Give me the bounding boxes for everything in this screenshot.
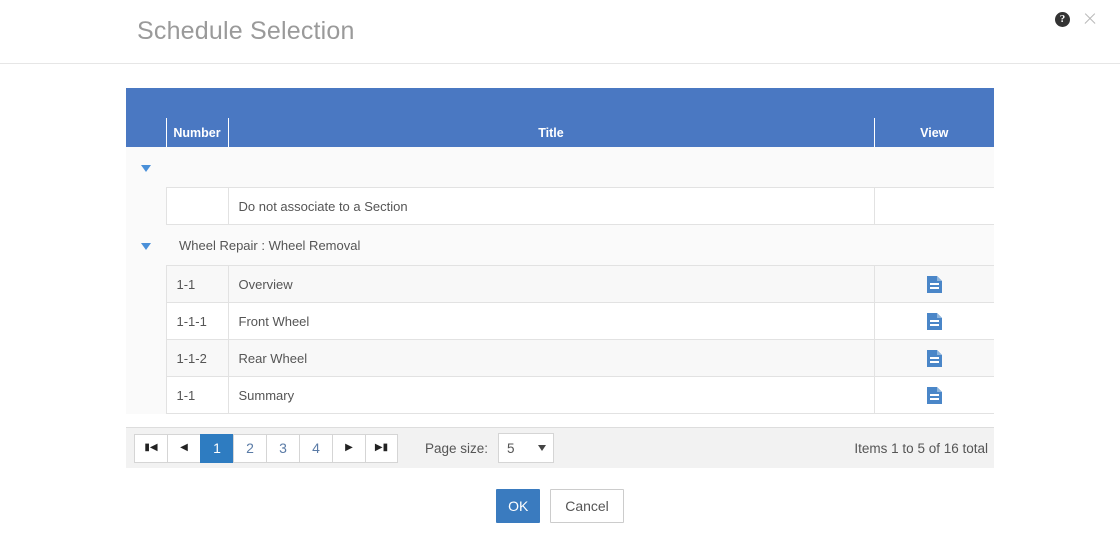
dialog-footer: OK Cancel (0, 489, 1120, 523)
dialog-header: Schedule Selection ? (0, 0, 1120, 64)
document-icon[interactable] (926, 349, 942, 367)
table-row[interactable]: 1-1-1 Front Wheel (126, 302, 994, 340)
cell-view (873, 265, 994, 303)
table-row[interactable]: 1-1 Summary (126, 376, 994, 414)
cell-number: 1-1-1 (165, 302, 228, 340)
cell-title: Front Wheel (227, 302, 874, 340)
table-header-row: Number Title View (126, 118, 994, 147)
schedule-grid: Number Title View Do not associate to a … (126, 88, 994, 468)
document-icon[interactable] (926, 275, 942, 293)
page-size-select[interactable]: 5 (498, 433, 555, 463)
pagination-buttons: ▮◀ ◀ 1 2 3 4 ▶ ▶▮ (134, 433, 398, 463)
table-head: Number Title View (126, 88, 994, 147)
pagination-info: Items 1 to 5 of 16 total (854, 440, 988, 456)
page-button-1[interactable]: 1 (200, 433, 233, 463)
table-header-band (126, 88, 994, 118)
row-expander-cell (126, 376, 166, 414)
cell-number: 1-1 (165, 376, 228, 414)
column-header-number[interactable]: Number (165, 118, 228, 147)
cell-view (873, 339, 994, 377)
document-icon[interactable] (926, 386, 942, 404)
table-row[interactable]: 1-1 Overview (126, 265, 994, 303)
tree-group-label: Wheel Repair : Wheel Removal (166, 224, 994, 266)
tree-group-row[interactable]: Wheel Repair : Wheel Removal (126, 224, 994, 266)
tree-group-label (166, 147, 994, 188)
cell-title: Overview (227, 265, 874, 303)
cell-view (873, 302, 994, 340)
cell-title: Do not associate to a Section (227, 187, 874, 225)
document-icon[interactable] (926, 312, 942, 330)
page-button-2[interactable]: 2 (233, 433, 266, 463)
tree-expander-cell[interactable] (126, 224, 166, 266)
table-row[interactable]: Do not associate to a Section (126, 187, 994, 225)
cell-number: 1-1 (165, 265, 228, 303)
row-expander-cell (126, 187, 166, 225)
page-size-label: Page size: (425, 440, 489, 456)
cell-title: Rear Wheel (227, 339, 874, 377)
tree-expander-cell[interactable] (126, 147, 166, 188)
column-header-expand (126, 118, 166, 147)
chevron-down-icon (538, 445, 547, 451)
row-expander-cell (126, 339, 166, 377)
page-title: Schedule Selection (137, 17, 355, 45)
cell-title: Summary (227, 376, 874, 414)
page-size-value: 5 (507, 440, 515, 456)
table-body: Do not associate to a Section Wheel Repa… (126, 147, 994, 414)
help-circle-icon[interactable]: ? (1055, 11, 1070, 27)
header-tools: ? (1055, 11, 1098, 27)
row-expander-cell (126, 302, 166, 340)
triangle-down-icon[interactable] (141, 164, 151, 172)
page-button-3[interactable]: 3 (266, 433, 299, 463)
page-prev-button[interactable]: ◀ (167, 433, 200, 463)
column-header-title[interactable]: Title (227, 118, 874, 147)
row-expander-cell (126, 265, 166, 303)
schedule-table: Number Title View Do not associate to a … (126, 88, 994, 414)
cell-number: 1-1-2 (165, 339, 228, 377)
pagination-bar: ▮◀ ◀ 1 2 3 4 ▶ ▶▮ Page size: 5 Items 1 t… (126, 427, 994, 468)
cell-number (165, 187, 228, 225)
close-icon[interactable] (1082, 11, 1098, 27)
cancel-button[interactable]: Cancel (550, 489, 624, 523)
tree-group-row[interactable] (126, 147, 994, 188)
table-row[interactable]: 1-1-2 Rear Wheel (126, 339, 994, 377)
page-button-4[interactable]: 4 (299, 433, 332, 463)
page-last-button[interactable]: ▶▮ (365, 433, 398, 463)
cell-view (873, 187, 994, 225)
ok-button[interactable]: OK (496, 489, 541, 523)
page-first-button[interactable]: ▮◀ (134, 433, 167, 463)
cell-view (873, 376, 994, 414)
page-next-button[interactable]: ▶ (332, 433, 365, 463)
column-header-view[interactable]: View (873, 118, 994, 147)
triangle-down-icon[interactable] (141, 242, 151, 250)
